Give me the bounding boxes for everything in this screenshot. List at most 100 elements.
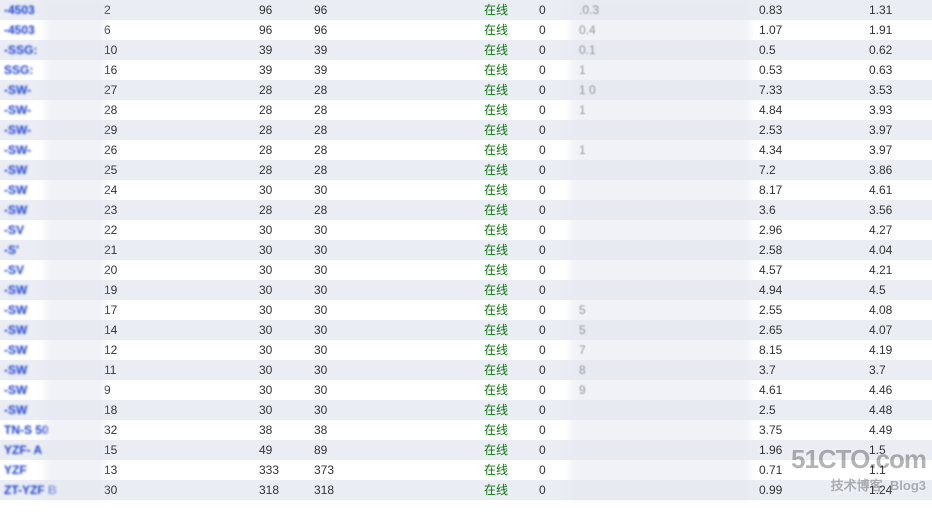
table-row[interactable]: -SW-262828在线014.343.97: [0, 140, 932, 160]
device-name-cell[interactable]: -SW: [0, 280, 100, 300]
table-row[interactable]: -SW243030在线08.174.61: [0, 180, 932, 200]
value-cell: 96: [255, 20, 310, 40]
value-cell: 30: [255, 400, 310, 420]
device-name-cell[interactable]: -SW-: [0, 120, 100, 140]
value-cell: 7.33: [755, 80, 825, 100]
value-cell: 30: [310, 320, 365, 340]
device-name-cell[interactable]: -4503: [0, 0, 100, 20]
value-cell: 38: [310, 420, 365, 440]
device-name-cell[interactable]: TN-S 50: [0, 420, 100, 440]
value-cell: 0: [535, 300, 575, 320]
device-name-cell[interactable]: -SW: [0, 200, 100, 220]
device-name-cell[interactable]: -SW: [0, 340, 100, 360]
device-name-cell[interactable]: -SW: [0, 320, 100, 340]
device-name-cell[interactable]: YZF: [0, 460, 100, 480]
table-row[interactable]: -SSG:103939在线00.10.50.62: [0, 40, 932, 60]
value-cell: 373: [310, 460, 365, 480]
table-row[interactable]: YZF- A154989在线01.961.5: [0, 440, 932, 460]
table-row[interactable]: -SW-292828在线02.533.97: [0, 120, 932, 140]
table-row[interactable]: -SW-272828在线01 07.333.53: [0, 80, 932, 100]
value-cell: 4.46: [865, 380, 920, 400]
status-cell: 在线: [480, 420, 535, 440]
status-cell: 在线: [480, 460, 535, 480]
device-name-cell[interactable]: -SW: [0, 360, 100, 380]
table-row[interactable]: -SW-282828在线014.843.93: [0, 100, 932, 120]
device-name-cell[interactable]: -SW: [0, 400, 100, 420]
value-cell: 7.2: [755, 160, 825, 180]
value-cell: 2.55: [755, 300, 825, 320]
table-row[interactable]: -SW232828在线03.63.56: [0, 200, 932, 220]
device-name-cell[interactable]: -S': [0, 240, 100, 260]
table-row[interactable]: -SW113030在线083.73.7: [0, 360, 932, 380]
value-cell: 4.19: [865, 340, 920, 360]
device-name-cell[interactable]: -SSG:: [0, 40, 100, 60]
device-name-cell[interactable]: SSG:: [0, 60, 100, 80]
table-row[interactable]: -SW123030在线078.154.19: [0, 340, 932, 360]
device-name-cell[interactable]: -SW-: [0, 140, 100, 160]
value-cell: 0.83: [755, 0, 825, 20]
value-cell: 0: [535, 380, 575, 400]
value-cell: 28: [310, 120, 365, 140]
device-name-cell[interactable]: -SW-: [0, 80, 100, 100]
table-row[interactable]: -S'213030在线02.584.04: [0, 240, 932, 260]
device-name-cell[interactable]: YZF- A: [0, 440, 100, 460]
value-cell: 1.1: [865, 460, 920, 480]
table-row[interactable]: -SW183030在线02.54.48: [0, 400, 932, 420]
table-row[interactable]: TN-S 50323838在线03.754.49: [0, 420, 932, 440]
device-name-cell[interactable]: -SW: [0, 160, 100, 180]
device-name-cell[interactable]: -SW: [0, 380, 100, 400]
value-cell: 0: [535, 460, 575, 480]
value-cell: 0: [535, 60, 575, 80]
value-cell: 1: [575, 60, 640, 80]
table-row[interactable]: -SV203030在线04.574.21: [0, 260, 932, 280]
table-row[interactable]: -450329696在线0.0.30.831.31: [0, 0, 932, 20]
device-name-cell[interactable]: -SW: [0, 300, 100, 320]
value-cell: 30: [255, 360, 310, 380]
value-cell: 1 0: [575, 80, 640, 100]
value-cell: 4.21: [865, 260, 920, 280]
table-row[interactable]: -SV223030在线02.964.27: [0, 220, 932, 240]
value-cell: 0: [535, 480, 575, 500]
table-row[interactable]: -SW252828在线07.23.86: [0, 160, 932, 180]
table-row[interactable]: YZF13333373在线00.711.1: [0, 460, 932, 480]
table-row[interactable]: -SW93030在线094.614.46: [0, 380, 932, 400]
value-cell: 23: [100, 200, 255, 220]
value-cell: 27: [100, 80, 255, 100]
device-name-cell[interactable]: -SV: [0, 260, 100, 280]
table-row[interactable]: ZT-YZF B30318318在线00.991.24: [0, 480, 932, 500]
value-cell: 38: [255, 420, 310, 440]
table-row[interactable]: -SW143030在线052.654.07: [0, 320, 932, 340]
value-cell: 29: [100, 120, 255, 140]
value-cell: 4.04: [865, 240, 920, 260]
value-cell: 333: [255, 460, 310, 480]
table-row[interactable]: SSG:163939在线010.530.63: [0, 60, 932, 80]
status-cell: 在线: [480, 480, 535, 500]
device-name-cell[interactable]: -SW: [0, 180, 100, 200]
table-row[interactable]: -SW193030在线04.944.5: [0, 280, 932, 300]
value-cell: 30: [255, 320, 310, 340]
value-cell: 17: [100, 300, 255, 320]
value-cell: 0: [535, 360, 575, 380]
value-cell: 0: [535, 240, 575, 260]
value-cell: 0.1: [575, 40, 640, 60]
value-cell: 4.61: [865, 180, 920, 200]
value-cell: 49: [255, 440, 310, 460]
value-cell: .0.3: [575, 0, 640, 20]
status-cell: 在线: [480, 180, 535, 200]
table-row[interactable]: -SW173030在线052.554.08: [0, 300, 932, 320]
value-cell: 96: [310, 20, 365, 40]
table-row[interactable]: -450369696在线00.41.071.91: [0, 20, 932, 40]
status-cell: 在线: [480, 140, 535, 160]
value-cell: 1: [575, 100, 640, 120]
device-name-cell[interactable]: ZT-YZF B: [0, 480, 100, 500]
device-name-cell[interactable]: -4503: [0, 20, 100, 40]
value-cell: 0: [535, 120, 575, 140]
device-name-cell[interactable]: -SW-: [0, 100, 100, 120]
value-cell: 28: [100, 100, 255, 120]
device-name-cell[interactable]: -SV: [0, 220, 100, 240]
value-cell: 1: [575, 140, 640, 160]
value-cell: 19: [100, 280, 255, 300]
value-cell: 22: [100, 220, 255, 240]
value-cell: 1.31: [865, 0, 920, 20]
value-cell: 2.58: [755, 240, 825, 260]
